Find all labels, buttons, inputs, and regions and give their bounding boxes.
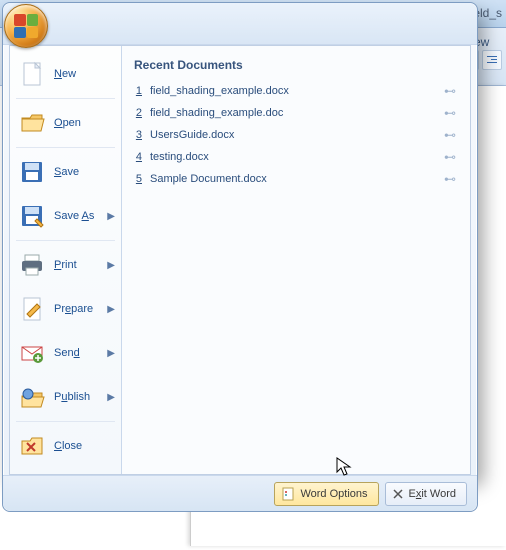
menu-print[interactable]: Print ▶ [10, 243, 121, 287]
menu-prepare[interactable]: Prepare ▶ [10, 287, 121, 331]
pin-icon[interactable]: ⊷ [444, 150, 460, 164]
align-right-icon[interactable] [482, 50, 502, 70]
office-menu-footer: Word Options Exit Word [3, 475, 477, 511]
office-menu-commands: New Open Save Save As [10, 46, 122, 474]
save-disk-icon [18, 158, 46, 186]
office-menu: New Open Save Save As [2, 2, 478, 512]
chevron-right-icon: ▶ [107, 211, 115, 222]
recent-doc-item[interactable]: 1 field_shading_example.docx ⊷ [132, 80, 460, 102]
menu-open[interactable]: Open [10, 101, 121, 145]
open-folder-icon [18, 109, 46, 137]
pin-icon[interactable]: ⊷ [444, 172, 460, 186]
recent-doc-item[interactable]: 4 testing.docx ⊷ [132, 146, 460, 168]
office-button[interactable] [4, 4, 48, 48]
pin-icon[interactable]: ⊷ [444, 128, 460, 142]
close-icon [392, 488, 404, 500]
send-mail-icon [18, 339, 46, 367]
menu-new[interactable]: New [10, 52, 121, 96]
new-document-icon [18, 60, 46, 88]
pin-icon[interactable]: ⊷ [444, 84, 460, 98]
office-menu-header [3, 3, 477, 45]
menu-send[interactable]: Send ▶ [10, 331, 121, 375]
recent-documents-title: Recent Documents [134, 58, 460, 72]
chevron-right-icon: ▶ [107, 392, 115, 403]
printer-icon [18, 251, 46, 279]
menu-save-as[interactable]: Save As ▶ [10, 194, 121, 238]
word-options-button[interactable]: Word Options [274, 482, 378, 506]
chevron-right-icon: ▶ [107, 304, 115, 315]
recent-doc-item[interactable]: 5 Sample Document.docx ⊷ [132, 168, 460, 190]
chevron-right-icon: ▶ [107, 348, 115, 359]
exit-word-button[interactable]: Exit Word [385, 482, 467, 506]
close-folder-icon [18, 432, 46, 460]
prepare-icon [18, 295, 46, 323]
recent-doc-item[interactable]: 2 field_shading_example.doc ⊷ [132, 102, 460, 124]
menu-save[interactable]: Save [10, 150, 121, 194]
options-icon [281, 487, 295, 501]
menu-publish[interactable]: Publish ▶ [10, 375, 121, 419]
save-as-icon [18, 202, 46, 230]
publish-icon [18, 383, 46, 411]
recent-doc-item[interactable]: 3 UsersGuide.docx ⊷ [132, 124, 460, 146]
chevron-right-icon: ▶ [107, 260, 115, 271]
menu-close[interactable]: Close [10, 424, 121, 468]
pin-icon[interactable]: ⊷ [444, 106, 460, 120]
recent-documents-panel: Recent Documents 1 field_shading_example… [122, 46, 470, 474]
